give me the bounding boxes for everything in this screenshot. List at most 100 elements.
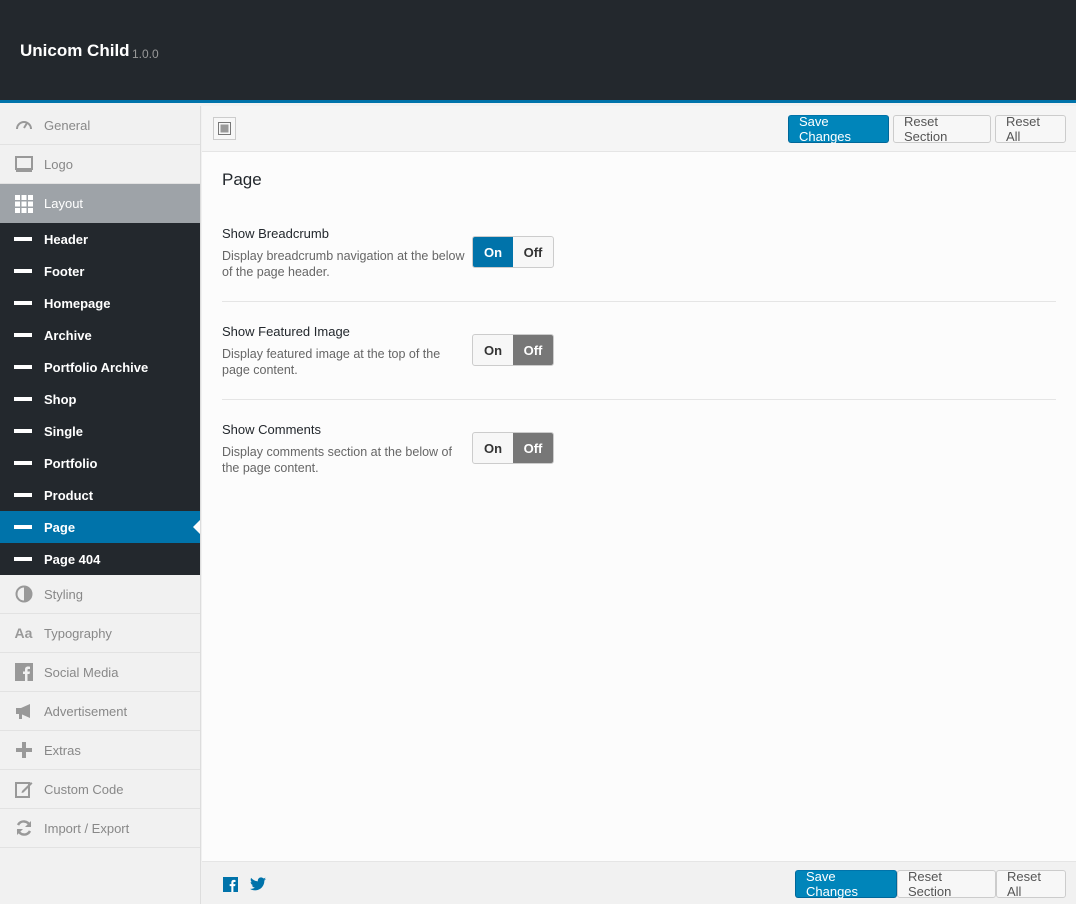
breadcrumb-toggle: On Off <box>472 236 554 268</box>
subitem-label: Product <box>44 487 94 503</box>
sidebar-subitem-portfolio[interactable]: Portfolio <box>0 447 200 479</box>
sidebar-item-label: Social Media <box>44 664 119 680</box>
dash-icon <box>14 493 32 497</box>
dash-icon <box>14 301 32 305</box>
subitem-label: Portfolio Archive <box>44 359 149 375</box>
dashboard-icon <box>14 116 33 135</box>
sidebar-subitem-archive[interactable]: Archive <box>0 319 200 351</box>
subitem-label: Single <box>44 423 84 439</box>
sidebar-item-label: Extras <box>44 742 81 758</box>
layout-submenu: Header Footer Homepage Archive Portfolio… <box>0 223 200 575</box>
app-version: 1.0.0 <box>132 47 159 61</box>
monitor-icon <box>14 155 33 174</box>
sidebar-subitem-product[interactable]: Product <box>0 479 200 511</box>
toggle-on-option[interactable]: On <box>473 335 513 365</box>
divider <box>222 301 1056 302</box>
typography-icon: Aa <box>14 625 33 641</box>
dash-icon <box>14 237 32 241</box>
dash-icon <box>14 429 32 433</box>
sidebar-item-layout[interactable]: Layout <box>0 184 200 223</box>
subitem-label: Header <box>44 231 89 247</box>
sidebar-subitem-homepage[interactable]: Homepage <box>0 287 200 319</box>
subitem-label: Shop <box>44 391 77 407</box>
field-label: Show Comments <box>222 422 321 437</box>
toggle-off-option[interactable]: Off <box>513 237 553 267</box>
sidebar-subitem-portfolio-archive[interactable]: Portfolio Archive <box>0 351 200 383</box>
dash-icon <box>14 557 32 561</box>
subitem-label: Portfolio <box>44 455 98 471</box>
toggle-on-option[interactable]: On <box>473 237 513 267</box>
sidebar-subitem-page-404[interactable]: Page 404 <box>0 543 200 575</box>
app-title: Unicom Child <box>20 41 130 60</box>
sidebar-item-typography[interactable]: Aa Typography <box>0 614 200 653</box>
sidebar-subitem-single[interactable]: Single <box>0 415 200 447</box>
sidebar-item-general[interactable]: General <box>0 106 200 145</box>
facebook-link[interactable] <box>222 876 238 892</box>
edit-icon <box>14 780 33 799</box>
toggle-off-option[interactable]: Off <box>513 335 553 365</box>
main-panel: Save Changes Reset Section Reset All Pag… <box>202 106 1076 904</box>
subitem-label: Page <box>44 519 76 535</box>
sidebar-item-label: Typography <box>44 625 112 641</box>
dash-icon <box>14 269 32 273</box>
sidebar-item-extras[interactable]: Extras <box>0 731 200 770</box>
top-toolbar: Save Changes Reset Section Reset All <box>202 106 1076 152</box>
sidebar-item-label: Import / Export <box>44 820 130 836</box>
sidebar-subitem-page[interactable]: Page <box>0 511 200 543</box>
sidebar-item-label: Layout <box>44 196 84 211</box>
dash-icon <box>14 461 32 465</box>
featured-image-toggle: On Off <box>472 334 554 366</box>
toggle-on-option[interactable]: On <box>473 433 513 463</box>
footer-reset-section-button[interactable]: Reset Section <box>897 869 996 899</box>
dash-icon <box>14 365 32 369</box>
dash-icon <box>14 333 32 337</box>
field-description: Display breadcrumb navigation at the bel… <box>222 249 465 279</box>
comments-toggle: On Off <box>472 432 554 464</box>
subitem-label: Archive <box>44 327 92 343</box>
reset-all-button[interactable]: Reset All <box>995 114 1066 144</box>
sidebar-subitem-footer[interactable]: Footer <box>0 255 200 287</box>
dash-icon <box>14 525 32 529</box>
subitem-label: Footer <box>44 263 85 279</box>
facebook-icon <box>14 663 33 682</box>
refresh-icon <box>14 819 33 838</box>
sidebar-item-logo[interactable]: Logo <box>0 145 200 184</box>
expand-options-button[interactable] <box>213 117 236 140</box>
sidebar-item-label: Styling <box>44 586 84 602</box>
field-description: Display featured image at the top of the… <box>222 347 441 377</box>
panel-icon <box>218 122 231 135</box>
sidebar-item-label: General <box>44 117 91 133</box>
grid-icon <box>14 194 33 213</box>
sidebar-item-label: Logo <box>44 156 73 172</box>
contrast-icon <box>14 585 33 604</box>
sidebar-item-label: Custom Code <box>44 781 124 797</box>
sidebar-item-social-media[interactable]: Social Media <box>0 653 200 692</box>
field-description: Display comments section at the below of… <box>222 445 452 475</box>
sidebar: General Logo Layout Header Footer Homepa… <box>0 106 201 904</box>
dash-icon <box>14 397 32 401</box>
save-changes-button[interactable]: Save Changes <box>788 114 889 144</box>
sidebar-item-custom-code[interactable]: Custom Code <box>0 770 200 809</box>
bottom-toolbar: Save Changes Reset Section Reset All <box>202 861 1076 904</box>
subitem-label: Page 404 <box>44 551 101 567</box>
section-title: Page <box>222 170 262 189</box>
facebook-icon <box>222 876 238 892</box>
subitem-label: Homepage <box>44 295 111 311</box>
sidebar-item-import-export[interactable]: Import / Export <box>0 809 200 848</box>
reset-section-button[interactable]: Reset Section <box>893 114 991 144</box>
divider <box>222 399 1056 400</box>
sidebar-subitem-shop[interactable]: Shop <box>0 383 200 415</box>
field-label: Show Featured Image <box>222 324 350 339</box>
twitter-icon <box>250 877 266 891</box>
footer-save-changes-button[interactable]: Save Changes <box>795 869 897 899</box>
sidebar-item-styling[interactable]: Styling <box>0 575 200 614</box>
app-header: Unicom Child 1.0.0 <box>0 0 1076 103</box>
sidebar-subitem-header[interactable]: Header <box>0 223 200 255</box>
twitter-link[interactable] <box>250 876 266 892</box>
toggle-off-option[interactable]: Off <box>513 433 553 463</box>
plus-icon <box>14 741 33 760</box>
megaphone-icon <box>14 702 33 721</box>
sidebar-item-advertisement[interactable]: Advertisement <box>0 692 200 731</box>
footer-reset-all-button[interactable]: Reset All <box>996 869 1066 899</box>
sidebar-item-label: Advertisement <box>44 703 128 719</box>
